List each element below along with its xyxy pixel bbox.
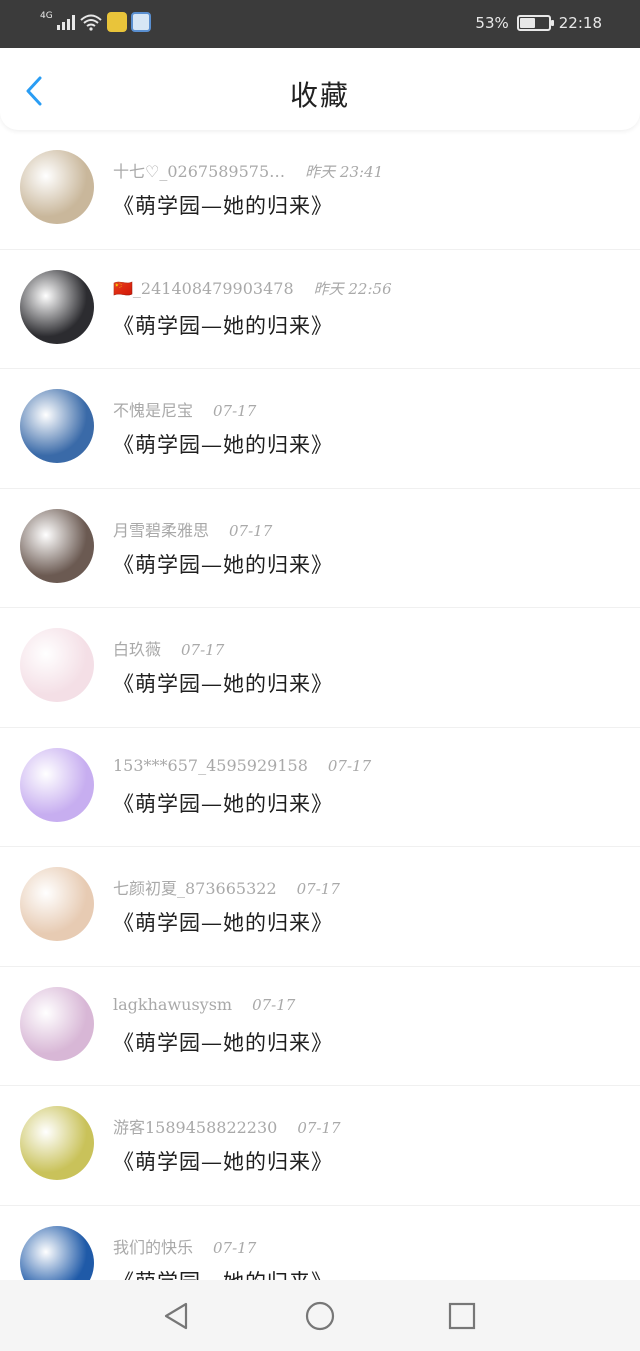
clock: 22:18	[558, 14, 602, 32]
avatar[interactable]	[20, 867, 94, 941]
list-item[interactable]: 153***657_4595929158 07-17 《萌学园—她的归来》	[0, 728, 640, 847]
list-item[interactable]: 游客1589458822230 07-17 《萌学园—她的归来》	[0, 1086, 640, 1206]
story-title[interactable]: 《萌学园—她的归来》	[113, 1146, 333, 1176]
username: 🇨🇳_241408479903478	[113, 278, 294, 298]
avatar[interactable]	[20, 628, 94, 702]
status-bar: 4G 53% 22:18	[0, 0, 640, 48]
timestamp: 昨天 22:56	[313, 279, 392, 298]
status-right: 53% 22:18	[475, 14, 602, 32]
timestamp: 07-17	[213, 402, 257, 420]
username: 白玖薇	[113, 640, 162, 659]
story-title[interactable]: 《萌学园—她的归来》	[113, 1266, 333, 1281]
page-title: 收藏	[289, 79, 350, 112]
avatar[interactable]	[20, 1225, 94, 1280]
status-left: 4G	[40, 11, 151, 32]
triangle-back-icon[interactable]	[160, 1300, 192, 1332]
item-meta: 白玖薇 07-17	[113, 636, 224, 660]
timestamp: 07-17	[252, 995, 296, 1014]
list-item[interactable]: 白玖薇 07-17 《萌学园—她的归来》	[0, 608, 640, 728]
signal-icon	[56, 14, 75, 30]
item-meta: 月雪碧柔雅思 07-17	[113, 517, 272, 541]
timestamp: 07-17	[229, 521, 273, 540]
app-notification-icon	[106, 12, 127, 32]
username: 七颜初夏_873665322	[113, 879, 277, 898]
timestamp: 07-17	[213, 1238, 257, 1257]
item-meta: lagkhawusysm 07-17	[113, 995, 295, 1014]
battery-icon	[516, 15, 554, 31]
square-recents-icon[interactable]	[446, 1300, 478, 1332]
username: 游客1589458822230	[113, 1118, 278, 1137]
item-meta: 🇨🇳_241408479903478 昨天 22:56	[113, 278, 392, 299]
timestamp: 07-17	[296, 880, 340, 898]
avatar[interactable]	[20, 508, 94, 583]
list-item[interactable]: 🇨🇳_241408479903478 昨天 22:56 《萌学园—她的归来》	[0, 250, 640, 369]
list-item[interactable]: 十七♡_0267589575… 昨天 23:41 《萌学园—她的归来》	[0, 130, 640, 250]
username: 十七♡_0267589575…	[113, 162, 286, 181]
timestamp: 昨天 23:41	[305, 163, 384, 181]
story-title[interactable]: 《萌学园—她的归来》	[113, 429, 333, 459]
system-nav-bar	[0, 1280, 640, 1351]
avatar[interactable]	[20, 747, 94, 822]
item-meta: 我们的快乐 07-17	[113, 1234, 256, 1258]
list-item[interactable]: 不愧是尼宝 07-17 《萌学园—她的归来》	[0, 369, 640, 489]
story-title[interactable]: 《萌学园—她的归来》	[113, 788, 333, 818]
username: 我们的快乐	[113, 1237, 194, 1257]
list-item[interactable]: 七颜初夏_873665322 07-17 《萌学园—她的归来》	[0, 847, 640, 967]
timestamp: 07-17	[181, 641, 225, 659]
app-notification-icon-2	[130, 12, 151, 32]
wifi-icon	[80, 14, 102, 31]
timestamp: 07-17	[297, 1119, 341, 1137]
app-header: 收藏	[0, 48, 640, 130]
item-meta: 游客1589458822230 07-17	[113, 1114, 341, 1138]
avatar[interactable]	[20, 1106, 94, 1180]
story-title[interactable]: 《萌学园—她的归来》	[113, 549, 333, 579]
item-meta: 十七♡_0267589575… 昨天 23:41	[113, 158, 383, 182]
story-title[interactable]: 《萌学园—她的归来》	[113, 310, 333, 340]
username: 153***657_4595929158	[113, 755, 308, 775]
avatar[interactable]	[20, 986, 94, 1061]
list-item[interactable]: 我们的快乐 07-17 《萌学园—她的归来》	[0, 1206, 640, 1281]
username: 月雪碧柔雅思	[113, 520, 210, 540]
username: lagkhawusysm	[113, 994, 233, 1014]
avatar[interactable]	[20, 269, 94, 344]
story-title[interactable]: 《萌学园—她的归来》	[113, 1027, 333, 1057]
avatar[interactable]	[20, 389, 94, 463]
list-item[interactable]: lagkhawusysm 07-17 《萌学园—她的归来》	[0, 967, 640, 1086]
story-title[interactable]: 《萌学园—她的归来》	[113, 668, 333, 698]
circle-home-icon[interactable]	[304, 1300, 336, 1332]
avatar[interactable]	[20, 150, 94, 224]
favorites-list: 十七♡_0267589575… 昨天 23:41 《萌学园—她的归来》 🇨🇳_2414…	[0, 130, 640, 1280]
story-title[interactable]: 《萌学园—她的归来》	[113, 907, 333, 937]
item-meta: 153***657_4595929158 07-17	[113, 756, 371, 775]
item-meta: 不愧是尼宝 07-17	[113, 397, 256, 421]
item-meta: 七颜初夏_873665322 07-17	[113, 875, 340, 899]
battery-percent: 53%	[475, 14, 509, 32]
story-title[interactable]: 《萌学园—她的归来》	[113, 190, 333, 220]
network-type: 4G	[40, 11, 53, 21]
list-item[interactable]: 月雪碧柔雅思 07-17 《萌学园—她的归来》	[0, 489, 640, 608]
username: 不愧是尼宝	[113, 401, 194, 420]
timestamp: 07-17	[327, 756, 372, 775]
